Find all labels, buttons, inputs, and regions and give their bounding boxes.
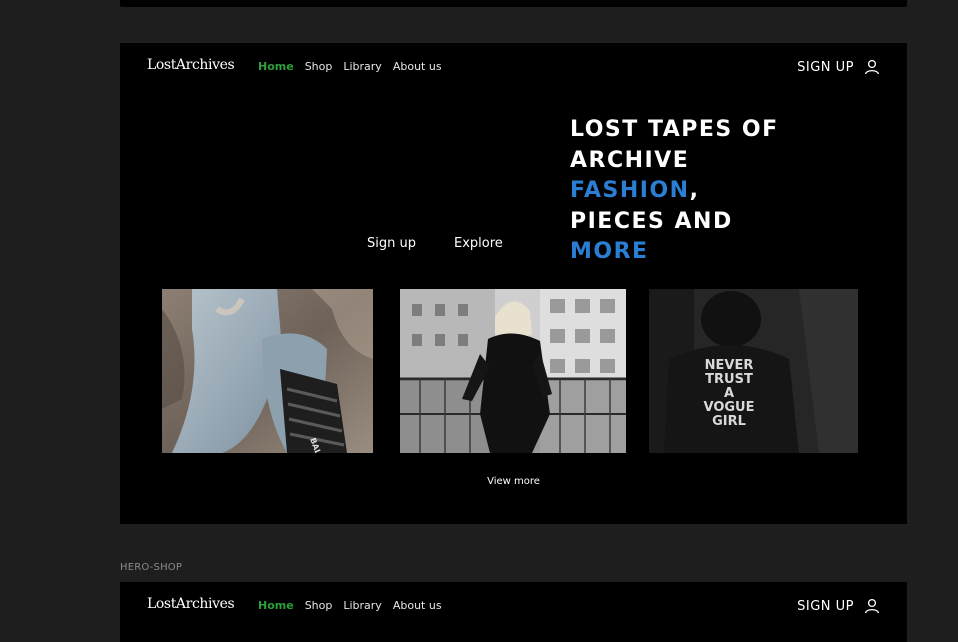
jacket-text-1: NEVER	[705, 358, 754, 373]
logo[interactable]: LostArchives	[147, 596, 235, 612]
logo[interactable]: LostArchives	[147, 57, 235, 73]
nav-signup-label: SIGN UP	[797, 598, 854, 614]
headline-accent-fashion: FASHION	[570, 178, 690, 203]
nav-link-about[interactable]: About us	[393, 60, 442, 73]
nav-link-library[interactable]: Library	[343, 599, 381, 612]
headline-line-4: PIECES AND	[570, 208, 733, 234]
user-icon	[864, 598, 880, 614]
nav-link-home[interactable]: Home	[258, 60, 294, 73]
headline-accent-more: MORE	[570, 239, 649, 264]
nav-signup-button[interactable]: SIGN UP	[797, 597, 881, 615]
jacket-text-2: TRUST	[705, 372, 753, 387]
previous-frame-bottom	[120, 0, 907, 7]
nav-link-about[interactable]: About us	[393, 599, 442, 612]
photo-boots-image: BALENC	[162, 289, 373, 453]
nav-link-shop[interactable]: Shop	[305, 599, 333, 612]
jacket-text-4: VOGUE	[704, 400, 755, 415]
jacket-text-5: GIRL	[712, 414, 746, 429]
headline-comma: ,	[689, 178, 700, 203]
hero-explore-button[interactable]: Explore	[454, 236, 503, 251]
nav-signup-label: SIGN UP	[797, 59, 854, 75]
photo-balcony-image	[400, 289, 626, 453]
section-label-hero-shop: HERO-SHOP	[120, 562, 183, 573]
photo-jacket[interactable]: NEVER TRUST A VOGUE GIRL	[649, 289, 858, 453]
user-icon	[864, 59, 880, 75]
nav-links: Home Shop Library About us	[258, 60, 442, 73]
jacket-text-3: A	[724, 386, 734, 401]
nav-link-shop[interactable]: Shop	[305, 60, 333, 73]
nav-signup-button[interactable]: SIGN UP	[797, 58, 881, 76]
nav-link-library[interactable]: Library	[343, 60, 381, 73]
shop-frame: LostArchives Home Shop Library About us …	[120, 582, 907, 642]
top-nav: LostArchives Home Shop Library About us …	[120, 43, 907, 93]
hero-frame: LostArchives Home Shop Library About us …	[120, 43, 907, 524]
nav-links: Home Shop Library About us	[258, 599, 442, 612]
nav-link-home[interactable]: Home	[258, 599, 294, 612]
photo-jacket-image: NEVER TRUST A VOGUE GIRL	[649, 289, 858, 453]
photo-balcony[interactable]	[400, 289, 626, 453]
headline-line-1: LOST TAPES OF	[570, 117, 779, 142]
hero-buttons: Sign up Explore	[367, 236, 503, 251]
hero-headline: LOST TAPES OF ARCHIVE FASHION, PIECES AN…	[570, 115, 900, 268]
hero-signup-button[interactable]: Sign up	[367, 236, 416, 251]
headline-line-2: ARCHIVE	[570, 147, 690, 173]
photo-boots[interactable]: BALENC	[162, 289, 373, 453]
view-more-link[interactable]: View more	[120, 476, 907, 487]
